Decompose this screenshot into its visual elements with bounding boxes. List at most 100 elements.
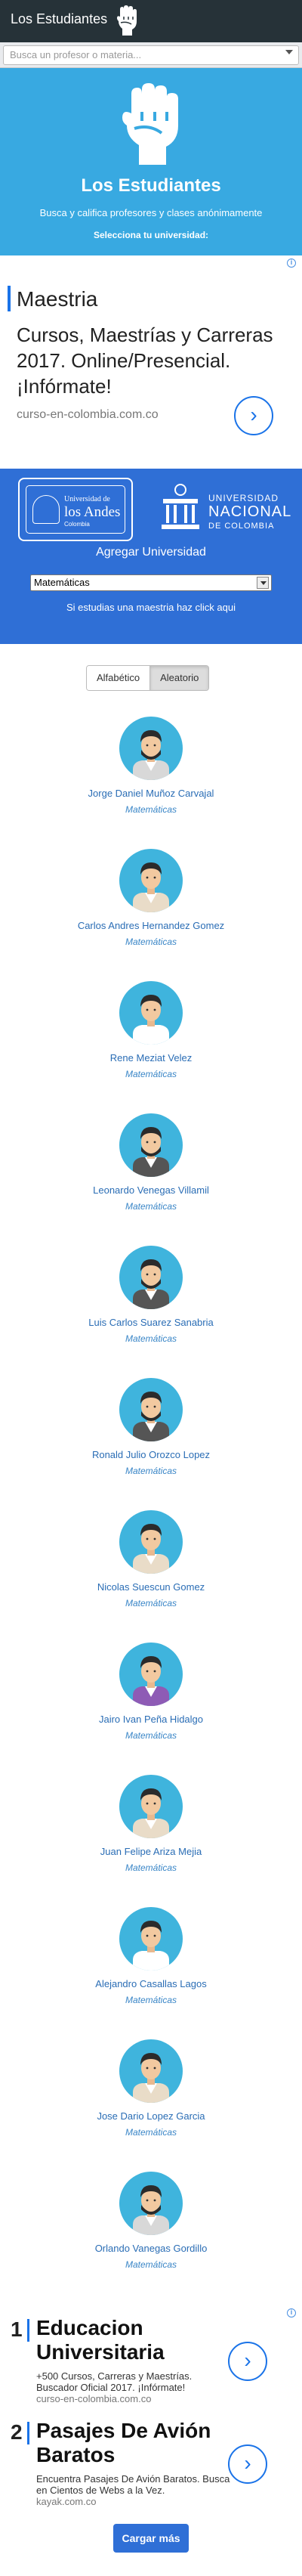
person-avatar-icon (133, 2185, 169, 2235)
ad-item-description[interactable]: +500 Cursos, Carreras y Maestrías. Busca… (36, 2370, 233, 2393)
professor-card[interactable]: Alejandro Casallas Lagos Matemáticas (0, 1907, 302, 2039)
ad-item-description[interactable]: Encuentra Pasajes De Avión Baratos. Busc… (36, 2473, 233, 2496)
professor-card[interactable]: Orlando Vanegas Gordillo Matemáticas (0, 2172, 302, 2304)
chevron-down-icon[interactable] (285, 50, 293, 54)
professor-avatar[interactable] (119, 2039, 183, 2103)
professor-name[interactable]: Juan Felipe Ariza Mejia (0, 1846, 302, 1857)
professor-name[interactable]: Rene Meziat Velez (0, 1052, 302, 1064)
andes-logo-frame: Universidad de los Andes Colombia (26, 485, 125, 534)
person-avatar-icon (133, 1259, 169, 1309)
professor-name[interactable]: Jairo Ivan Peña Hidalgo (0, 1714, 302, 1725)
ad-list-item[interactable]: 1 Educacion Universitaria +500 Cursos, C… (0, 2313, 302, 2410)
professor-avatar[interactable] (119, 717, 183, 780)
professor-name[interactable]: Leonardo Venegas Villamil (0, 1184, 302, 1196)
professor-name[interactable]: Jorge Daniel Muñoz Carvajal (0, 788, 302, 799)
professor-subject[interactable]: Matemáticas (0, 1598, 302, 1608)
professor-name[interactable]: Luis Carlos Suarez Sanabria (0, 1317, 302, 1328)
professor-card[interactable]: Luis Carlos Suarez Sanabria Matemáticas (0, 1246, 302, 1378)
professor-subject[interactable]: Matemáticas (0, 1201, 302, 1212)
nacional-logo-line3[interactable]: DE COLOMBIA (208, 522, 274, 531)
professor-subject[interactable]: Matemáticas (0, 1466, 302, 1476)
professor-subject[interactable]: Matemáticas (0, 2127, 302, 2138)
andes-logo-line3: Colombia (64, 521, 90, 528)
ad-arrow-button[interactable]: › (228, 2342, 267, 2381)
ad-list-item[interactable]: 2 Pasajes De Avión Baratos Encuentra Pas… (0, 2416, 302, 2513)
ad-arrow-button[interactable]: › (228, 2444, 267, 2484)
nacional-logo-line1[interactable]: UNIVERSIDAD (208, 493, 279, 503)
ad-item-url[interactable]: curso-en-colombia.com.co (36, 2393, 151, 2404)
professor-name[interactable]: Carlos Andres Hernandez Gomez (0, 920, 302, 931)
professor-avatar[interactable] (119, 2172, 183, 2235)
professor-avatar[interactable] (119, 1510, 183, 1574)
professor-subject[interactable]: Matemáticas (0, 1069, 302, 1079)
professor-name[interactable]: Orlando Vanegas Gordillo (0, 2243, 302, 2254)
person-avatar-icon (133, 1656, 169, 1706)
professor-card[interactable]: Juan Felipe Ariza Mejia Matemáticas (0, 1775, 302, 1907)
professor-avatar[interactable] (119, 1907, 183, 1971)
person-avatar-icon (133, 730, 169, 780)
sort-alphabetic-button[interactable]: Alfabético (87, 666, 150, 690)
professor-avatar[interactable] (119, 1246, 183, 1309)
professor-name[interactable]: Alejandro Casallas Lagos (0, 1978, 302, 1989)
nacional-logo-line2[interactable]: NACIONAL (208, 503, 291, 521)
ad-item-title[interactable]: Educacion Universitaria (36, 2316, 217, 2364)
ad-arrow-button[interactable]: › (234, 396, 273, 435)
masters-link[interactable]: Si estudias una maestria haz click aqui (0, 602, 302, 613)
chevron-down-icon[interactable] (257, 577, 269, 589)
person-avatar-icon (133, 1921, 169, 1971)
department-select[interactable]: Matemáticas (30, 574, 272, 591)
professor-name[interactable]: Jose Dario Lopez Garcia (0, 2110, 302, 2122)
ad-item-number: 1 (11, 2317, 23, 2341)
professor-subject[interactable]: Matemáticas (0, 937, 302, 947)
professor-card[interactable]: Nicolas Suescun Gomez Matemáticas (0, 1510, 302, 1643)
brand-title[interactable]: Los Estudiantes (11, 11, 107, 27)
department-select-value: Matemáticas (34, 577, 90, 588)
professor-avatar[interactable] (119, 1775, 183, 1838)
person-avatar-icon (133, 1524, 169, 1574)
professor-card[interactable]: Rene Meziat Velez Matemáticas (0, 981, 302, 1113)
professor-avatar[interactable] (119, 1113, 183, 1177)
raised-fist-icon[interactable] (113, 3, 140, 38)
professor-subject[interactable]: Matemáticas (0, 1862, 302, 1873)
ad-url[interactable]: curso-en-colombia.com.co (17, 408, 159, 422)
sort-random-button[interactable]: Aleatorio (149, 666, 209, 690)
professor-card[interactable]: Ronald Julio Orozco Lopez Matemáticas (0, 1378, 302, 1510)
professor-card[interactable]: Carlos Andres Hernandez Gomez Matemáticas (0, 849, 302, 981)
university-andes-logo[interactable]: Universidad de los Andes Colombia (18, 478, 133, 541)
professor-card[interactable]: Leonardo Venegas Villamil Matemáticas (0, 1113, 302, 1246)
search-input[interactable]: Busca un profesor o materia... (3, 45, 299, 65)
ad-accent-bar (27, 2422, 29, 2444)
professor-card[interactable]: Jose Dario Lopez Garcia Matemáticas (0, 2039, 302, 2172)
professor-subject[interactable]: Matemáticas (0, 1995, 302, 2005)
hero-subtitle: Busca y califica profesores y clases anó… (39, 207, 263, 218)
add-university-link[interactable]: Agregar Universidad (0, 546, 302, 559)
andes-logo-line1: Universidad de (64, 495, 110, 503)
ad-item-title[interactable]: Pasajes De Avión Baratos (36, 2419, 217, 2467)
professor-avatar[interactable] (119, 1643, 183, 1706)
professor-subject[interactable]: Matemáticas (0, 1333, 302, 1344)
ad-banner[interactable]: i Maestria Cursos, Maestrías y Carreras … (0, 255, 302, 469)
professor-subject[interactable]: Matemáticas (0, 1730, 302, 1741)
professor-name[interactable]: Ronald Julio Orozco Lopez (0, 1449, 302, 1460)
professor-avatar[interactable] (119, 849, 183, 912)
ad-item-url[interactable]: kayak.com.co (36, 2496, 96, 2507)
ad-list-banner: i 1 Educacion Universitaria +500 Cursos,… (0, 2305, 302, 2507)
nacional-seal-icon[interactable] (157, 481, 204, 534)
person-avatar-icon (133, 862, 169, 912)
andes-seal-icon (32, 495, 60, 524)
professor-name[interactable]: Nicolas Suescun Gomez (0, 1581, 302, 1593)
hero-title: Los Estudiantes (81, 175, 221, 196)
professor-card[interactable]: Jorge Daniel Muñoz Carvajal Matemáticas (0, 717, 302, 849)
professor-avatar[interactable] (119, 981, 183, 1045)
raised-fist-icon (122, 83, 178, 165)
professor-subject[interactable]: Matemáticas (0, 804, 302, 815)
ad-info-icon[interactable]: i (287, 259, 296, 268)
professor-subject[interactable]: Matemáticas (0, 2259, 302, 2270)
professor-avatar[interactable] (119, 1378, 183, 1441)
ad-title[interactable]: Maestria (17, 287, 97, 311)
ad-accent-bar (8, 286, 11, 311)
sort-toggle: Alfabético Aleatorio (86, 665, 210, 691)
load-more-button[interactable]: Cargar más (113, 2524, 189, 2553)
ad-body[interactable]: Cursos, Maestrías y Carreras 2017. Onlin… (17, 322, 288, 399)
professor-card[interactable]: Jairo Ivan Peña Hidalgo Matemáticas (0, 1643, 302, 1775)
